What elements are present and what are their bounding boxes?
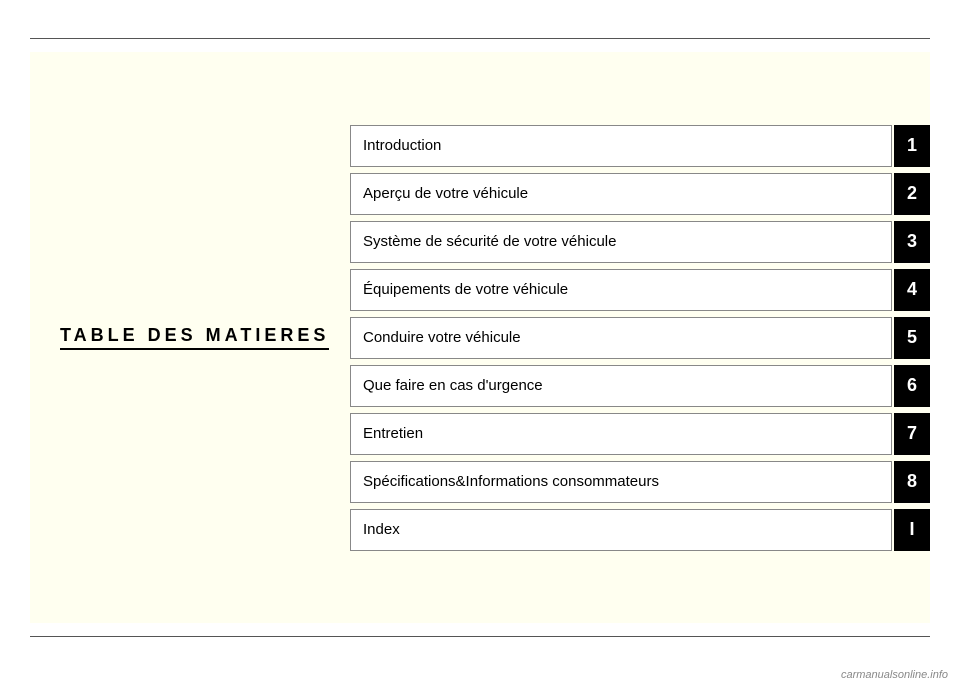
toc-item-number: 8 xyxy=(894,461,930,503)
toc-list: Introduction1Aperçu de votre véhicule2Sy… xyxy=(350,52,930,623)
toc-item-number: 4 xyxy=(894,269,930,311)
toc-item-label: Spécifications&Informations consommateur… xyxy=(350,461,892,503)
toc-item-label: Introduction xyxy=(350,125,892,167)
toc-item-label: Index xyxy=(350,509,892,551)
toc-item-label: Équipements de votre véhicule xyxy=(350,269,892,311)
toc-item-label: Aperçu de votre véhicule xyxy=(350,173,892,215)
toc-item-number: 7 xyxy=(894,413,930,455)
toc-row[interactable]: Système de sécurité de votre véhicule3 xyxy=(350,221,930,263)
toc-row[interactable]: Entretien7 xyxy=(350,413,930,455)
toc-item-label: Conduire votre véhicule xyxy=(350,317,892,359)
left-panel: TABLE DES MATIERES xyxy=(30,52,350,623)
toc-title: TABLE DES MATIERES xyxy=(60,325,329,350)
toc-item-label: Entretien xyxy=(350,413,892,455)
toc-row[interactable]: IndexI xyxy=(350,509,930,551)
toc-row[interactable]: Aperçu de votre véhicule2 xyxy=(350,173,930,215)
toc-item-number: 2 xyxy=(894,173,930,215)
toc-row[interactable]: Introduction1 xyxy=(350,125,930,167)
toc-row[interactable]: Conduire votre véhicule5 xyxy=(350,317,930,359)
watermark: carmanualsonline.info xyxy=(841,669,948,681)
toc-item-label: Système de sécurité de votre véhicule xyxy=(350,221,892,263)
toc-item-number: 1 xyxy=(894,125,930,167)
toc-row[interactable]: Que faire en cas d'urgence6 xyxy=(350,365,930,407)
bottom-divider xyxy=(30,636,930,637)
toc-item-label: Que faire en cas d'urgence xyxy=(350,365,892,407)
top-divider xyxy=(30,38,930,39)
toc-item-number: 5 xyxy=(894,317,930,359)
toc-row[interactable]: Équipements de votre véhicule4 xyxy=(350,269,930,311)
toc-item-number: 3 xyxy=(894,221,930,263)
toc-row[interactable]: Spécifications&Informations consommateur… xyxy=(350,461,930,503)
main-content: TABLE DES MATIERES Introduction1Aperçu d… xyxy=(30,52,930,623)
toc-item-number: I xyxy=(894,509,930,551)
toc-item-number: 6 xyxy=(894,365,930,407)
